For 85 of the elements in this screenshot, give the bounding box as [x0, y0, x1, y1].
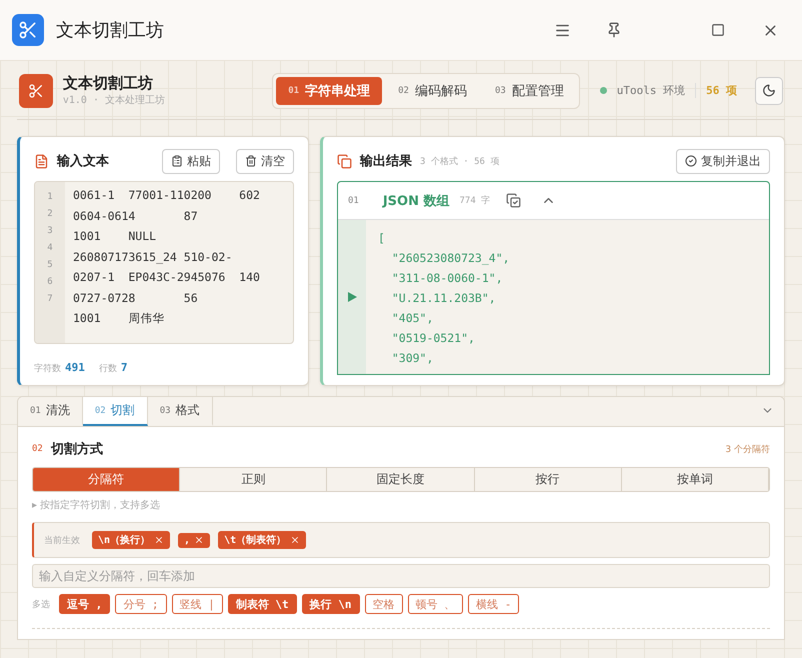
clear-button[interactable]: 清空: [236, 148, 294, 174]
card-title: 输入文本: [57, 152, 110, 170]
mode-option[interactable]: 正则: [180, 468, 328, 491]
block-index: 01: [348, 196, 359, 206]
multi-select-label: 多选: [32, 598, 50, 610]
document-icon: [34, 154, 49, 168]
line-number: 6: [47, 277, 53, 289]
output-icon: [337, 154, 352, 168]
text-line: 1001 NULL: [73, 228, 158, 245]
stat-label: 行数: [98, 364, 117, 374]
tab[interactable]: 03 格式: [148, 397, 213, 426]
card-title: 输出结果: [360, 153, 412, 170]
text-input[interactable]: 1 2 3 4 5 6 7 0061-1 77001-110200 602 0604-0614 87 1001 NULL 260807173615_24 510-02- 0207-1 EP043C-2945076 140 0727-0728 56 1001 周伟华: [34, 181, 294, 344]
stat-label: 字符数: [34, 364, 61, 374]
moon-icon: [762, 83, 776, 98]
theme-toggle-button[interactable]: [755, 76, 783, 104]
trash-icon: [245, 155, 257, 167]
paste-button[interactable]: 粘贴: [162, 148, 220, 174]
line-number: 5: [47, 260, 53, 272]
block-size: 774 字: [460, 194, 490, 207]
separator-option[interactable]: 竖线 |: [172, 594, 223, 614]
mode-option[interactable]: 按单词: [622, 468, 769, 491]
text-line: 0061-1 77001-110200 602: [73, 187, 261, 204]
mode-option[interactable]: 分隔符: [33, 468, 180, 491]
check-circle-icon: [685, 155, 697, 167]
play-icon: [348, 292, 356, 302]
window-title: 文本切割工坊: [56, 19, 165, 42]
separator-option[interactable]: 分号 ;: [115, 594, 166, 614]
output-meta: 3 个格式 · 56 项: [420, 156, 500, 168]
separator-option[interactable]: 横线 -: [468, 594, 520, 614]
block-name: JSON 数组: [382, 192, 450, 210]
separator-chip[interactable]: ,: [178, 532, 210, 548]
environment-label: uTools 环境: [616, 83, 686, 98]
copy-icon[interactable]: [506, 193, 522, 208]
separator-option[interactable]: 顿号 、: [408, 594, 464, 614]
app-icon: [12, 14, 44, 46]
code-line: [: [378, 230, 386, 247]
mode-option[interactable]: 固定长度: [327, 468, 475, 491]
separator-chip[interactable]: \t（制表符）: [218, 531, 306, 549]
text-line: 0727-0728 56: [73, 290, 199, 306]
text-line: 260807173615_24 510-02-: [73, 248, 234, 266]
custom-separator-input[interactable]: 输入自定义分隔符，回车添加: [32, 564, 770, 588]
app-subtitle: v1.0 · 文本处理工坊: [62, 94, 166, 107]
tab[interactable]: 02 切割: [82, 397, 148, 426]
hint-text: ▸ 按指定字符切割，支持多选: [32, 498, 162, 512]
line-number: 2: [47, 209, 53, 221]
item-count: 56 项: [695, 83, 737, 98]
maximize-icon: [711, 23, 725, 37]
section-title: 切割方式: [50, 440, 104, 458]
line-number: 3: [47, 226, 53, 238]
separator-option[interactable]: 制表符 \t: [228, 594, 297, 614]
logo-icon: [19, 74, 53, 108]
pin-icon: [606, 22, 622, 38]
remove-icon[interactable]: [290, 535, 300, 545]
active-label: 当前生效: [44, 534, 80, 546]
text-line: 0207-1 EP043C-2945076 140: [73, 269, 261, 286]
separator-option[interactable]: 逗号 ,: [59, 594, 110, 614]
line-number: 7: [47, 294, 53, 306]
code-line: "U.21.11.203B",: [390, 290, 497, 307]
text-line: 1001 周伟华: [73, 310, 166, 327]
stat-value: 491: [65, 361, 85, 374]
code-line: "405",: [390, 310, 434, 327]
code-line: "260523080723_4",: [390, 250, 511, 267]
separator-count: 3 个分隔符: [725, 444, 770, 456]
tab[interactable]: 02 编码解码: [386, 76, 479, 104]
mode-option[interactable]: 按行: [474, 468, 622, 491]
line-number: 1: [47, 192, 53, 204]
clipboard-icon: [171, 155, 183, 167]
text-line: 0604-0614 87: [73, 208, 199, 224]
code-line: "311-08-0060-1",: [390, 270, 504, 287]
remove-icon[interactable]: [154, 535, 164, 545]
app-name: 文本切割工坊: [62, 74, 154, 93]
code-line: "0519-0521",: [390, 330, 476, 347]
section-index: 02: [32, 444, 43, 454]
tab[interactable]: 03 配置管理: [482, 76, 576, 104]
separator-chip[interactable]: \n（换行）: [92, 531, 170, 549]
tab[interactable]: 01 字符串处理: [276, 76, 382, 104]
separator-option[interactable]: 空格: [364, 594, 402, 614]
separator-option[interactable]: 换行 \n: [302, 594, 360, 614]
stat-value: 7: [120, 361, 128, 374]
status-dot: [600, 87, 607, 94]
line-number: 4: [47, 243, 53, 255]
remove-icon[interactable]: [194, 535, 204, 545]
copy-exit-button[interactable]: 复制并退出: [676, 148, 770, 174]
code-line: "309",: [390, 350, 434, 367]
